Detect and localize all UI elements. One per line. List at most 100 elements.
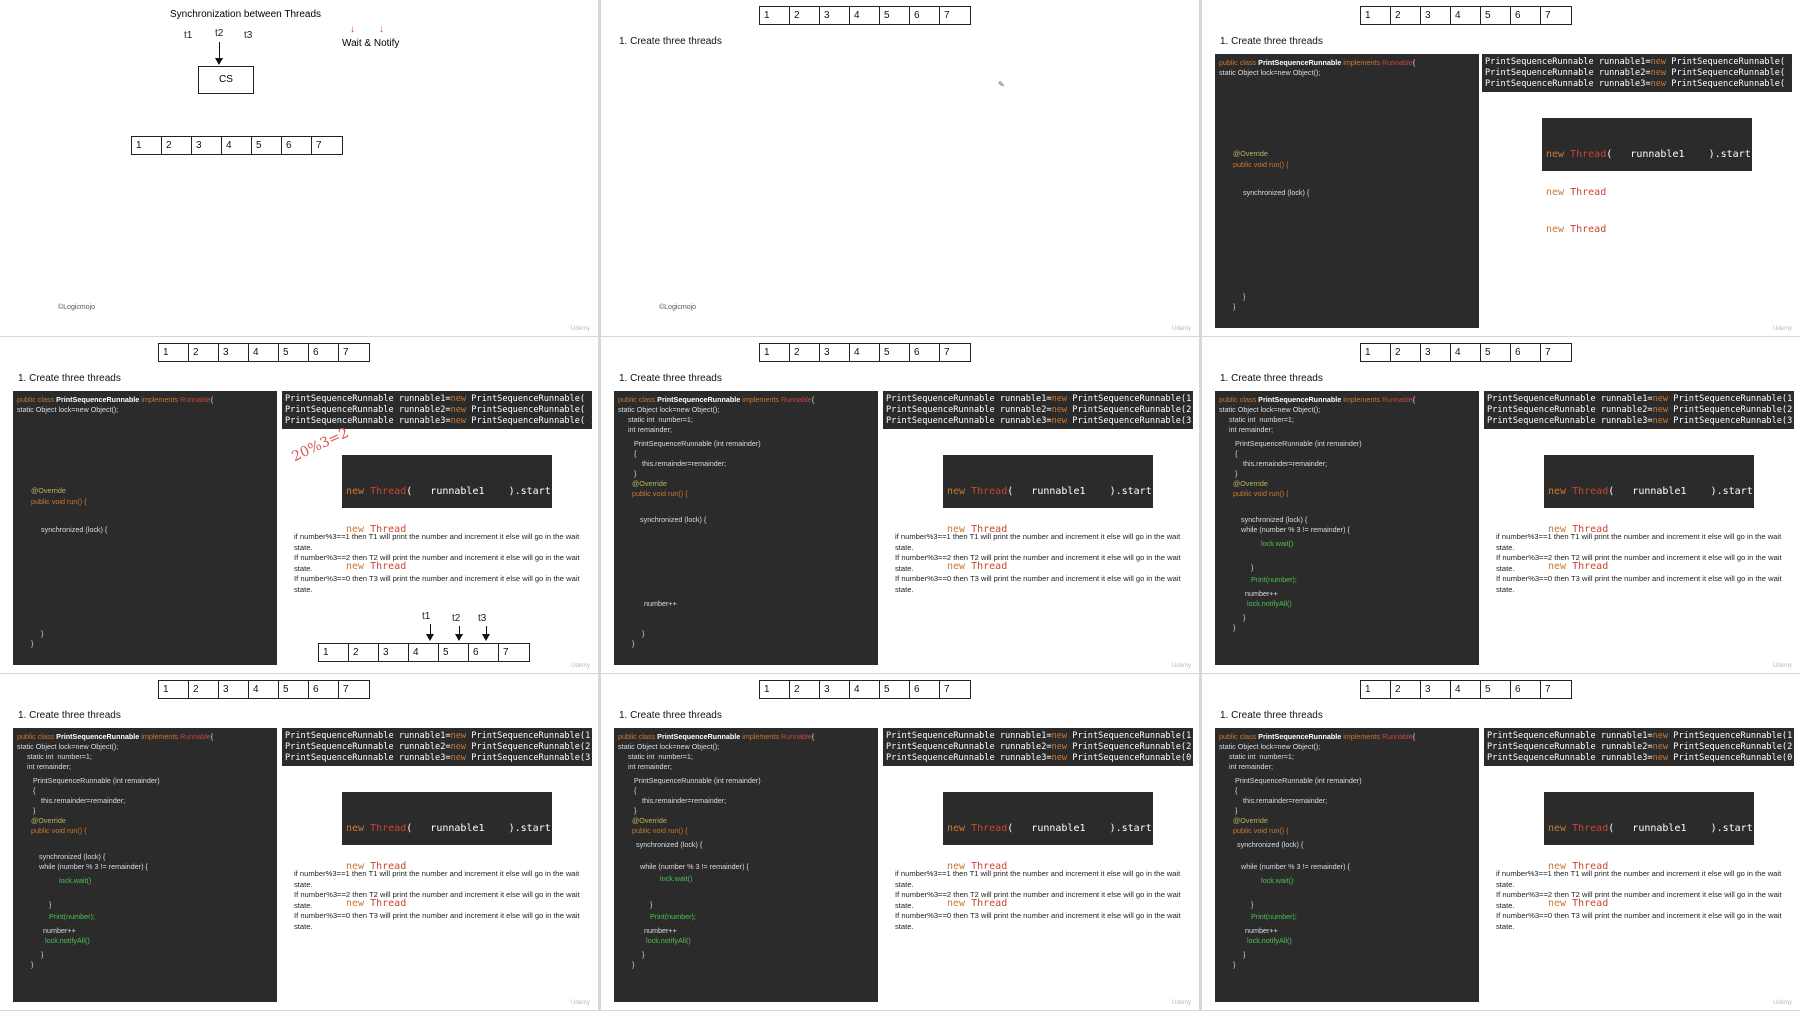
code-line: } [634,806,637,815]
code-panel: public class PrintSequenceRunnable imple… [614,391,878,665]
pen-cursor-icon: ✎ [998,80,1005,89]
interface-name: Runnable [1381,732,1413,741]
slide-2[interactable]: 1 2 3 4 5 6 7 1. Create three threads ✎ … [601,0,1199,336]
code-line: static Object lock=new Object(); [1219,742,1321,751]
code-line: synchronized (lock) { [1241,515,1308,524]
rules-text: if number%3==1 then T1 will print the nu… [1496,532,1792,595]
rule-line: if number%3==1 then T1 will print the nu… [294,869,580,889]
slide-8[interactable]: 1 2 3 4 5 6 7 1. Create three threads pu… [601,674,1199,1010]
code-line: @Override [31,816,66,825]
runnables-panel: PrintSequenceRunnable runnable1=new Prin… [1482,54,1792,92]
code-line: PrintSequenceRunnable (int remainder) [634,439,761,448]
code-line: } [1251,563,1254,572]
slide-9[interactable]: 1 2 3 4 5 6 7 1. Create three threads pu… [1202,674,1800,1010]
number-cell: 2 [790,344,820,361]
rule-line: If number%3==0 then T3 will print the nu… [1496,574,1782,594]
code-line: Print(number); [1251,575,1297,584]
threads-panel: new Thread( runnable1 ).start(); new Thr… [342,455,569,572]
rule-line: If number%3==2 then T2 will print the nu… [1496,553,1782,573]
slide-title: 1. Create three threads [619,710,722,721]
code-line: { [33,786,36,795]
code-line: } [632,960,635,969]
slide-1[interactable]: Synchronization between Threads t1 t2 t3… [0,0,598,336]
runnable-line: PrintSequenceRunnable runnable3=new Prin… [285,753,592,763]
code-line: public class PrintSequenceRunnable imple… [1219,732,1416,741]
number-cell: 6 [309,681,339,698]
number-cell: 2 [790,7,820,24]
t3-arrow-head [482,634,490,641]
number-cell: 5 [880,7,910,24]
slide-title: 1. Create three threads [1220,710,1323,721]
thread-line: new Thread( runnable1 ).start(); [1548,823,1771,834]
code-line: } [642,950,645,959]
code-line: lock.wait() [59,876,92,885]
code-line: static int number=1; [628,752,693,761]
code-line: } [31,960,34,969]
number-cell: 6 [282,137,312,154]
code-line: synchronized (lock) { [1237,840,1304,849]
number-cell: 3 [1421,7,1451,24]
red-arrow-mark: ↓ [350,24,355,35]
slide-3[interactable]: 1 2 3 4 5 6 7 1. Create three threads pu… [1202,0,1800,336]
rule-line: If number%3==0 then T3 will print the nu… [1496,911,1782,931]
slide-4[interactable]: 1 2 3 4 5 6 7 1. Create three threads pu… [0,337,598,673]
runnable-line: PrintSequenceRunnable runnable1=new Prin… [1487,394,1794,404]
code-line: } [1251,900,1254,909]
code-line: while (number % 3 != remainder) { [39,862,148,871]
keyword: public class [1219,732,1257,741]
code-line: } [1243,950,1246,959]
rule-line: if number%3==1 then T1 will print the nu… [895,869,1181,889]
keyword: public class [1219,58,1257,67]
code-line: int remainder; [1229,762,1273,771]
code-panel: public class PrintSequenceRunnable imple… [1215,391,1479,665]
code-line: int remainder; [628,762,672,771]
code-line: static Object lock=new Object(); [17,405,119,414]
number-strip: 1 2 3 4 5 6 7 [318,643,530,662]
slide-5[interactable]: 1 2 3 4 5 6 7 1. Create three threads pu… [601,337,1199,673]
rules-text: if number%3==1 then T1 will print the nu… [294,532,590,595]
class-name: PrintSequenceRunnable [657,732,741,741]
code-line: synchronized (lock) { [640,515,707,524]
code-line: static Object lock=new Object(); [618,742,720,751]
number-strip: 1 2 3 4 5 6 7 [131,136,343,155]
t1-arrow-head [426,634,434,641]
code-line: static Object lock=new Object(); [17,742,119,751]
code-line: synchronized (lock) { [39,852,106,861]
thread-label-t2: t2 [452,613,461,624]
code-panel: public class PrintSequenceRunnable imple… [13,728,277,1002]
number-cell: 7 [343,684,349,695]
keyword: implements [742,395,779,404]
thread-label-t1: t1 [184,30,193,41]
code-line: } [1233,623,1236,632]
slide-7[interactable]: 1 2 3 4 5 6 7 1. Create three threads pu… [0,674,598,1010]
code-line: public void run() { [632,826,688,835]
red-arrow-mark: ↓ [379,24,384,35]
runnable-line: PrintSequenceRunnable runnable3=new Prin… [285,416,592,426]
rule-line: If number%3==0 then T3 will print the nu… [294,574,580,594]
code-line: number++ [644,926,677,935]
code-line: lock.notifyAll() [1247,599,1292,608]
keyword: implements [1343,58,1380,67]
thread-label-t3: t3 [244,30,253,41]
thread-line: new Thread( runnable2 ).start(); [1546,186,1769,198]
number-strip: 1 2 3 4 5 6 7 [158,680,370,699]
number-strip: 1 2 3 4 5 6 7 [1360,343,1572,362]
number-cell: 1 [760,7,790,24]
threads-panel: new Thread( runnable1 ).start(); new Thr… [1542,118,1769,235]
code-line: int remainder; [27,762,71,771]
number-cell: 6 [309,344,339,361]
watermark: Udemy [1171,326,1191,332]
code-line: } [41,950,44,959]
code-line: lock.notifyAll() [45,936,90,945]
runnable-line: PrintSequenceRunnable runnable1=new Prin… [1487,731,1794,741]
critical-section-box: CS [198,66,254,94]
slide-6[interactable]: 1 2 3 4 5 6 7 1. Create three threads pu… [1202,337,1800,673]
runnable-line: PrintSequenceRunnable runnable1=new Prin… [886,394,1193,404]
number-cell: 2 [349,644,379,661]
code-line: synchronized (lock) { [1243,188,1310,197]
number-cell: 5 [279,344,309,361]
class-name: PrintSequenceRunnable [1258,732,1342,741]
number-cell: 3 [1421,344,1451,361]
number-cell: 1 [760,681,790,698]
watermark: Udemy [1772,1000,1792,1006]
